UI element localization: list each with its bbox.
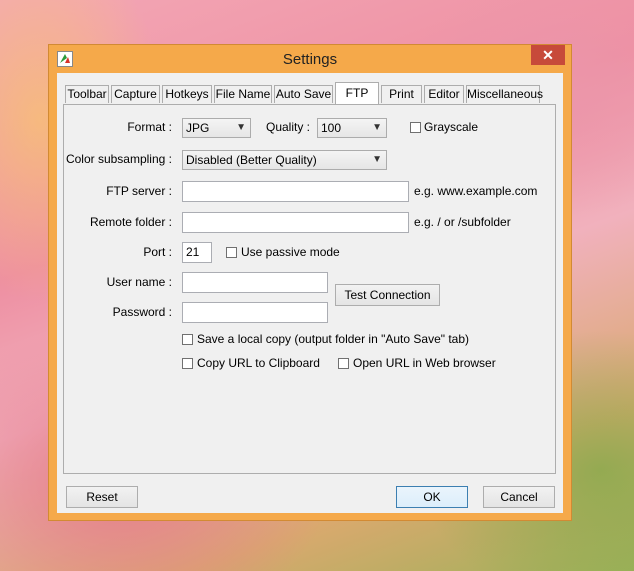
chevron-down-icon: ▼ xyxy=(236,122,246,133)
tab-capture[interactable]: Capture xyxy=(111,85,160,103)
password-input[interactable] xyxy=(182,302,328,323)
port-input[interactable]: 21 xyxy=(182,242,212,263)
dialog-client-area: Toolbar Capture Hotkeys File Name Auto S… xyxy=(57,73,563,513)
color-subsampling-value: Disabled (Better Quality) xyxy=(186,153,317,167)
ftp-panel: Format : JPG ▼ Quality : 100 ▼ Grayscale… xyxy=(63,104,556,474)
tab-miscellaneous[interactable]: Miscellaneous xyxy=(466,85,543,103)
ftp-server-input[interactable] xyxy=(182,181,409,202)
tab-hotkeys[interactable]: Hotkeys xyxy=(162,85,212,103)
copy-url-label: Copy URL to Clipboard xyxy=(197,356,320,370)
settings-window: Settings ✕ Toolbar Capture Hotkeys File … xyxy=(48,44,572,521)
tab-ftp[interactable]: FTP xyxy=(335,82,379,104)
grayscale-label: Grayscale xyxy=(424,120,479,134)
grayscale-checkbox[interactable] xyxy=(410,122,421,133)
format-select[interactable]: JPG ▼ xyxy=(182,118,251,138)
ftp-server-label: FTP server : xyxy=(106,184,172,198)
passive-mode-checkbox[interactable] xyxy=(226,247,237,258)
tab-editor[interactable]: Editor xyxy=(424,85,464,103)
chevron-down-icon: ▼ xyxy=(372,154,382,165)
open-url-checkbox[interactable] xyxy=(338,358,349,369)
tab-print[interactable]: Print xyxy=(381,85,422,103)
port-label: Port : xyxy=(143,245,172,259)
copy-url-checkbox[interactable] xyxy=(182,358,193,369)
quality-select[interactable]: 100 ▼ xyxy=(317,118,387,138)
username-input[interactable] xyxy=(182,272,328,293)
format-value: JPG xyxy=(186,121,210,135)
remote-folder-label: Remote folder : xyxy=(89,215,172,229)
ok-button[interactable]: OK xyxy=(396,486,468,508)
cancel-button[interactable]: Cancel xyxy=(483,486,555,508)
color-subsampling-label: Color subsampling : xyxy=(65,152,172,166)
passive-mode-label: Use passive mode xyxy=(241,245,340,259)
quality-label: Quality : xyxy=(266,120,311,134)
save-local-copy-checkbox[interactable] xyxy=(182,334,193,345)
ftp-server-hint: e.g. www.example.com xyxy=(414,184,538,198)
tab-auto-save[interactable]: Auto Save xyxy=(274,85,333,103)
remote-folder-hint: e.g. / or /subfolder xyxy=(414,215,511,229)
color-subsampling-select[interactable]: Disabled (Better Quality) ▼ xyxy=(182,150,387,170)
tab-file-name[interactable]: File Name xyxy=(214,85,272,103)
save-local-copy-label: Save a local copy (output folder in "Aut… xyxy=(197,332,470,346)
username-label: User name : xyxy=(106,275,172,289)
quality-value: 100 xyxy=(321,121,342,135)
test-connection-button[interactable]: Test Connection xyxy=(335,284,440,306)
open-url-label: Open URL in Web browser xyxy=(353,356,496,370)
tab-toolbar[interactable]: Toolbar xyxy=(65,85,109,103)
format-label: Format : xyxy=(127,120,172,134)
close-button[interactable]: ✕ xyxy=(531,45,565,65)
password-label: Password : xyxy=(112,305,172,319)
chevron-down-icon: ▼ xyxy=(372,122,382,133)
remote-folder-input[interactable] xyxy=(182,212,409,233)
reset-button[interactable]: Reset xyxy=(66,486,138,508)
title-bar[interactable]: Settings ✕ xyxy=(49,45,571,73)
window-title: Settings xyxy=(282,51,338,68)
